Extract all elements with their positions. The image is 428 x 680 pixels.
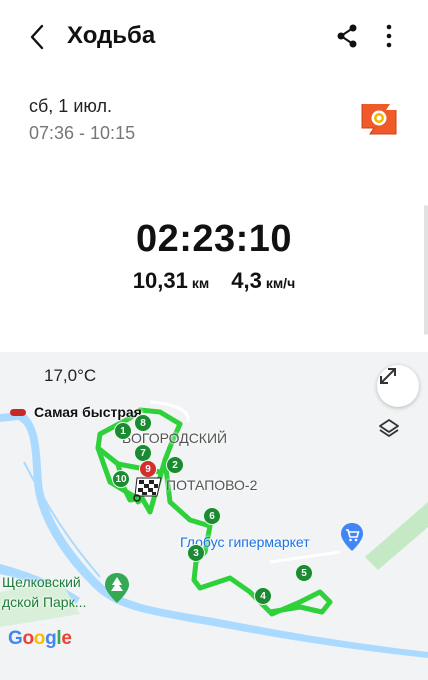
page-title: Ходьба [67,22,156,49]
more-vert-icon [386,24,392,48]
route-marker[interactable]: 5 [295,564,313,582]
speed-unit: км/ч [265,275,296,291]
route-marker[interactable]: 1 [114,422,132,440]
park-label-line1: Щелковский [2,574,81,590]
route-map[interactable]: 17,0°C Самая быстрая БОГОРОДСКИЙ ПОТАПОВ… [0,352,428,680]
fastest-legend-swatch [10,408,26,416]
more-options-button[interactable] [377,22,401,50]
route-marker[interactable]: 8 [134,414,152,432]
park-area [365,502,428,570]
speed-stat: 4,3 км/ч [231,268,295,294]
workout-duration: 02:23:10 [135,218,293,260]
village-label: ПОТАПОВО-2 [166,477,258,493]
share-icon [337,24,357,48]
workout-time-range: 07:36 - 10:15 [29,123,136,143]
route-marker[interactable]: 2 [166,456,184,474]
route-marker[interactable]: 10 [112,470,130,488]
distance-value: 10,31 [132,268,188,293]
map-legend: Самая быстрая [10,404,142,420]
flag-badge-icon[interactable] [360,100,400,138]
workout-date: сб, 1 июл. [29,96,112,116]
workout-stats: 10,31 км 4,3 км/ч [0,268,428,294]
speed-value: 4,3 [231,268,262,293]
google-logo: Google [8,628,72,649]
share-button[interactable] [334,22,362,50]
app-header: Ходьба [0,0,428,72]
route-marker[interactable]: 4 [254,587,272,605]
distance-stat: 10,31 км [133,268,209,294]
layers-icon [379,419,399,437]
district-label: БОГОРОДСКИЙ [122,430,228,446]
map-layers-button[interactable] [377,417,419,459]
park-label-line2: дской Парк... [2,594,87,610]
fastest-legend-label: Самая быстрая [34,404,142,420]
route-marker[interactable]: 3 [187,544,205,562]
road [269,550,341,564]
temperature: 17,0°C [44,366,97,385]
expand-icon [380,368,396,384]
expand-map-button[interactable] [377,365,419,407]
back-arrow-icon [30,24,44,50]
distance-unit: км [191,275,210,291]
route-marker[interactable]: 6 [203,507,221,525]
back-button[interactable] [22,22,52,52]
